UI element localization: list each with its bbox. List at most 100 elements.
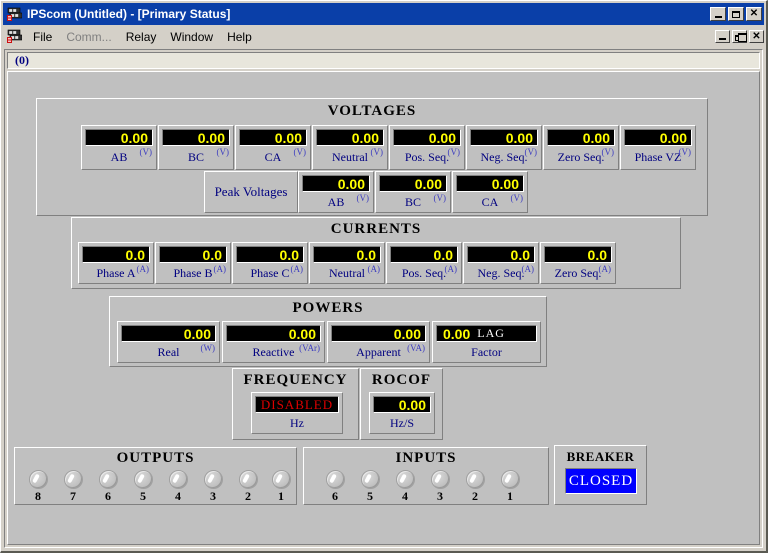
- window-title: IPScom (Untitled) - [Primary Status]: [27, 7, 231, 21]
- frequency-meter[interactable]: DISABLED Hz: [251, 392, 343, 434]
- voltage-meter-zero-seq[interactable]: 0.00 Zero Seq. (V): [543, 125, 619, 170]
- peak-voltage-meter-bc[interactable]: 0.00 BC (V): [375, 171, 451, 213]
- meter-unit: (V): [447, 147, 461, 157]
- meter-label-row: Apparent (VA): [328, 342, 429, 362]
- meter-label-row: Hz: [252, 413, 342, 433]
- led-indicator: [168, 470, 188, 489]
- meter-label-row: Neg. Seq. (A): [464, 263, 538, 283]
- input-led-1[interactable]: 1: [499, 470, 521, 502]
- menu-item-window[interactable]: Window: [163, 28, 220, 46]
- voltage-meter-neg-seq[interactable]: 0.00 Neg. Seq. (V): [466, 125, 542, 170]
- peak-voltage-meter-ca[interactable]: 0.00 CA (V): [452, 171, 528, 213]
- output-led-4[interactable]: 4: [167, 470, 189, 502]
- output-led-6[interactable]: 6: [97, 470, 119, 502]
- current-meter-phase-c[interactable]: 0.0 Phase C (A): [232, 242, 308, 284]
- mdi-minimize-button[interactable]: [715, 30, 730, 43]
- maximize-button[interactable]: [728, 7, 744, 21]
- mdi-restore-button[interactable]: [732, 30, 747, 43]
- menu-bar: File Comm... Relay Window Help ✕: [3, 26, 764, 47]
- peak-voltage-meter-ab[interactable]: 0.00 AB (V): [298, 171, 374, 213]
- status-text: (0): [15, 53, 29, 67]
- lcd-display: 0.00: [624, 129, 692, 146]
- mdi-minimize-icon: [719, 38, 726, 40]
- meter-label: Neg. Seq.: [477, 265, 525, 280]
- meter-label: Neutral: [329, 265, 365, 280]
- output-led-2[interactable]: 2: [237, 470, 259, 502]
- led-indicator: [271, 470, 291, 489]
- output-led-5[interactable]: 5: [132, 470, 154, 502]
- voltage-meter-phase-vz[interactable]: 0.00 Phase VZ (V): [620, 125, 696, 170]
- led-indicator: [238, 470, 258, 489]
- led-indicator: [63, 470, 83, 489]
- input-led-2[interactable]: 2: [464, 470, 486, 502]
- voltages-title: VOLTAGES: [327, 103, 417, 119]
- meter-unit: (A): [213, 264, 227, 274]
- lcd-display: 0.00: [393, 129, 461, 146]
- current-meter-neg-seq[interactable]: 0.0 Neg. Seq. (A): [463, 242, 539, 284]
- primary-status-window: (0) VOLTAGES 0.00 AB (V) 0.00 BC (V) 0.0…: [4, 49, 763, 548]
- meter-unit: (V): [216, 147, 230, 157]
- current-meter-neutral[interactable]: 0.0 Neutral (A): [309, 242, 385, 284]
- lcd-display: 0.0: [313, 246, 381, 263]
- led-indicator: [28, 470, 48, 489]
- meter-unit: (V): [678, 147, 692, 157]
- menu-item-file[interactable]: File: [26, 28, 59, 46]
- current-meter-zero-seq[interactable]: 0.0 Zero Seq. (A): [540, 242, 616, 284]
- input-led-6[interactable]: 6: [324, 470, 346, 502]
- meter-unit: (A): [598, 264, 612, 274]
- mdi-close-button[interactable]: ✕: [749, 30, 764, 43]
- meter-label: Apparent: [356, 344, 401, 359]
- power-meter-factor[interactable]: 0.00 LAG Factor: [432, 321, 541, 363]
- lcd-display: 0.00: [456, 175, 524, 192]
- title-bar[interactable]: IPScom (Untitled) - [Primary Status] ✕: [3, 3, 764, 25]
- current-meter-pos-seq[interactable]: 0.0 Pos. Seq. (A): [386, 242, 462, 284]
- voltage-meter-bc[interactable]: 0.00 BC (V): [158, 125, 234, 170]
- voltage-meter-ab[interactable]: 0.00 AB (V): [81, 125, 157, 170]
- primary-status-panel: VOLTAGES 0.00 AB (V) 0.00 BC (V) 0.00 CA…: [7, 71, 760, 545]
- document-relay-icon[interactable]: [6, 29, 23, 44]
- meter-label: Real: [157, 344, 180, 359]
- menu-item-relay[interactable]: Relay: [119, 28, 164, 46]
- meter-label-row: Phase B (A): [156, 263, 230, 283]
- led-number: 6: [332, 489, 338, 503]
- close-button[interactable]: ✕: [746, 7, 762, 21]
- lcd-value: 0.00: [582, 129, 610, 146]
- lcd-value: 0.00: [491, 175, 519, 192]
- power-meter-real[interactable]: 0.00 Real (W): [117, 321, 220, 363]
- power-meter-reactive[interactable]: 0.00 Reactive (VAr): [222, 321, 325, 363]
- relay-icon: [6, 7, 23, 22]
- power-meter-apparent[interactable]: 0.00 Apparent (VA): [327, 321, 430, 363]
- meter-label: CA: [264, 150, 282, 164]
- output-led-3[interactable]: 3: [202, 470, 224, 502]
- voltage-meter-neutral[interactable]: 0.00 Neutral (V): [312, 125, 388, 170]
- meter-label-row: Reactive (VAr): [223, 342, 324, 362]
- current-meter-phase-a[interactable]: 0.0 Phase A (A): [78, 242, 154, 284]
- minimize-button[interactable]: [710, 7, 726, 21]
- input-led-4[interactable]: 4: [394, 470, 416, 502]
- output-led-7[interactable]: 7: [62, 470, 84, 502]
- breaker-status-display[interactable]: CLOSED: [565, 468, 637, 494]
- led-indicator: [430, 470, 450, 489]
- output-led-8[interactable]: 8: [27, 470, 49, 502]
- output-led-1[interactable]: 1: [270, 470, 292, 502]
- meter-unit: (A): [521, 264, 535, 274]
- led-number: 7: [70, 489, 76, 503]
- voltage-meter-pos-seq[interactable]: 0.00 Pos. Seq. (V): [389, 125, 465, 170]
- breaker-group: BREAKER CLOSED: [554, 445, 647, 505]
- current-meter-phase-b[interactable]: 0.0 Phase B (A): [155, 242, 231, 284]
- meter-label-row: Neutral (V): [313, 146, 387, 169]
- lcd-display: 0.00: [331, 325, 426, 342]
- lcd-suffix: LAG: [477, 326, 505, 340]
- meter-label-row: Phase C (A): [233, 263, 307, 283]
- meter-label: Hz: [290, 415, 304, 430]
- meter-label: Zero Seq.: [554, 265, 602, 280]
- meter-label: Neg. Seq.: [480, 150, 528, 164]
- voltage-meter-ca[interactable]: 0.00 CA (V): [235, 125, 311, 170]
- input-led-3[interactable]: 3: [429, 470, 451, 502]
- lcd-value: 0.00: [274, 129, 302, 146]
- lcd-display: 0.0: [467, 246, 535, 263]
- lcd-display: 0.00: [85, 129, 153, 146]
- input-led-5[interactable]: 5: [359, 470, 381, 502]
- menu-item-help[interactable]: Help: [220, 28, 259, 46]
- rocof-meter[interactable]: 0.00 Hz/S: [369, 392, 435, 434]
